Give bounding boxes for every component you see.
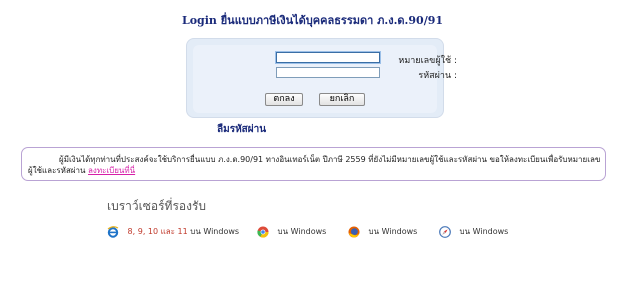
chrome-platform: บน Windows [277,227,327,236]
page-title: Login ยื่นแบบภาษีเงินได้บุคคลธรรมดา ภ.ง.… [181,14,444,27]
ie-platform: บน Windows [190,227,240,236]
safari-icon [439,225,451,238]
browser-chrome: บน Windows [257,225,327,238]
ie-icon [107,225,119,238]
browser-firefox: บน Windows [348,225,417,237]
password-input[interactable] [276,67,380,78]
password-label: รหัสผ่าน : [418,71,457,81]
firefox-icon [348,226,360,238]
safari-platform: บน Windows [459,227,509,236]
chrome-icon [257,226,269,238]
browser-safari: บน Windows [439,225,509,238]
firefox-platform: บน Windows [368,227,418,236]
ok-button[interactable]: ตกลง [265,93,303,106]
forgot-password-link[interactable]: ลืมรหัสผ่าน [217,122,266,137]
registration-notice: ผู้มีเงินได้ทุกท่านที่ประสงค์จะใช้บริการ… [21,147,606,181]
browser-ie: 8, 9, 10 และ 11 บน Windows [107,225,240,238]
username-input[interactable] [276,52,380,63]
supported-browsers-heading: เบราว์เซอร์ที่รองรับ [107,199,207,213]
login-panel [186,38,444,118]
cancel-button[interactable]: ยกเลิก [319,93,365,106]
notice-text-block: ผู้มีเงินได้ทุกท่านที่ประสงค์จะใช้บริการ… [28,154,601,176]
username-label: หมายเลขผู้ใช้ : [398,56,457,66]
ie-versions: 8, 9, 10 และ 11 [127,227,188,236]
register-link[interactable]: ลงทะเบียนที่นี่ [88,166,135,175]
